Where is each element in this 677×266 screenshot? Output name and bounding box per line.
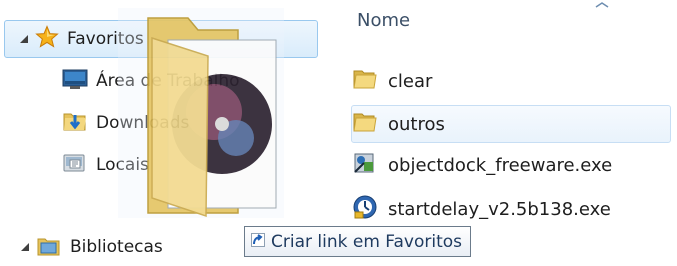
libraries-icon [36, 233, 62, 262]
sort-indicator-icon [595, 2, 609, 8]
downloads-folder-icon [62, 109, 88, 138]
file-list-pane: Nome clear outros objectdock_freeware.ex… [340, 0, 677, 260]
drag-tooltip: Criar link em Favoritos [244, 226, 472, 257]
tooltip-text: Criar link em Favoritos [271, 231, 463, 252]
star-icon [35, 24, 59, 54]
file-name: objectdock_freeware.exe [388, 154, 613, 176]
expand-arrow-icon[interactable] [19, 33, 29, 45]
folder-icon [352, 67, 378, 96]
expand-arrow-icon[interactable] [20, 241, 30, 253]
folder-icon [352, 110, 378, 139]
drag-image-folder-icon [118, 8, 284, 218]
file-row-startdelay[interactable]: startdelay_v2.5b138.exe [352, 190, 611, 228]
file-row-clear[interactable]: clear [352, 62, 432, 100]
file-row-outros[interactable]: outros [351, 105, 671, 143]
recent-places-icon [62, 151, 88, 180]
installer-icon [352, 150, 378, 181]
column-header-name[interactable]: Nome [357, 10, 410, 31]
nav-item-bibliotecas[interactable]: Bibliotecas [20, 228, 163, 266]
file-name: clear [388, 70, 433, 92]
file-row-objectdock[interactable]: objectdock_freeware.exe [352, 146, 612, 184]
nav-item-label: Bibliotecas [70, 237, 163, 257]
installer-icon [352, 194, 378, 225]
file-name: startdelay_v2.5b138.exe [388, 198, 611, 220]
file-name: outros [388, 113, 445, 135]
shortcut-arrow-icon [251, 232, 265, 252]
desktop-icon [62, 68, 88, 95]
